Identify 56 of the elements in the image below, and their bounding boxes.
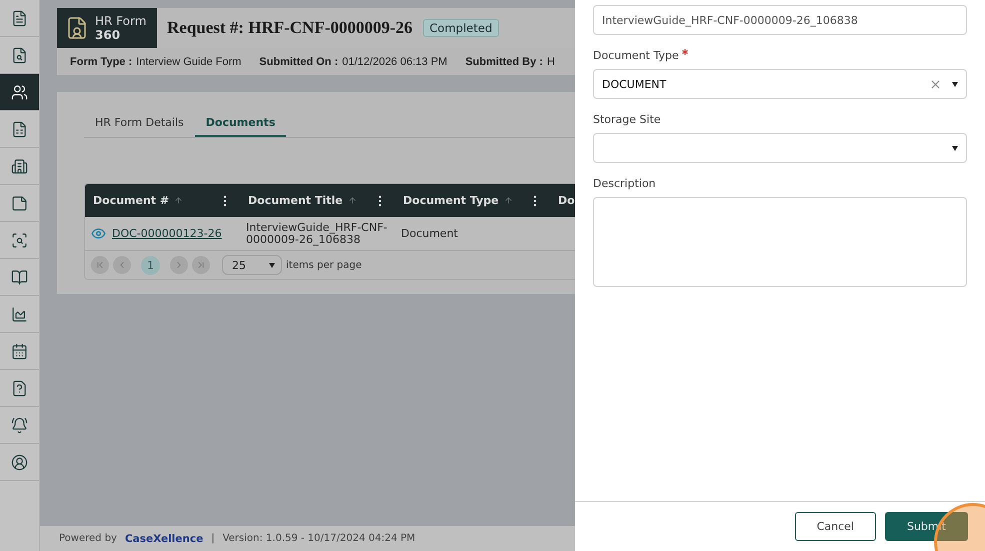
users-icon xyxy=(11,84,28,100)
dropdown-caret-icon xyxy=(952,146,958,150)
meta-field: Submitted On : 01/12/2026 06:13 PM xyxy=(259,56,448,68)
status-badge: Completed xyxy=(422,19,500,37)
input-field[interactable]: InterviewGuide_HRF-CNF-0000009-26_106838 xyxy=(593,5,967,35)
scan-search-icon xyxy=(11,232,28,248)
table-cell-text: InterviewGuide_HRF-CNF-0000009-26_106838 xyxy=(245,220,388,248)
column-title: Do xyxy=(558,194,575,207)
last-page-icon xyxy=(196,260,206,270)
column-header[interactable]: Document Title xyxy=(240,184,395,217)
note-icon xyxy=(11,194,28,212)
description-field[interactable] xyxy=(593,197,967,287)
tab[interactable]: Documents xyxy=(194,112,286,137)
document-icon xyxy=(11,10,28,26)
items-per-page-label: items per page xyxy=(286,260,362,270)
select-field[interactable] xyxy=(593,133,967,163)
column-title: Document Type xyxy=(403,194,499,207)
chart-icon xyxy=(11,306,28,322)
sort-arrow-icon[interactable] xyxy=(348,196,357,205)
logo-number: 360 xyxy=(95,28,122,42)
book-icon xyxy=(11,268,28,286)
field-label: Document Type xyxy=(593,49,967,62)
first-page-icon xyxy=(95,260,105,270)
powered-by-text: Powered by xyxy=(59,533,117,544)
column-title: Document # xyxy=(93,194,170,207)
tab[interactable]: HR Form Details xyxy=(84,112,195,137)
request-title: Request #: HRF-CNF-0000009-26 xyxy=(167,18,413,38)
dropdown-caret-icon xyxy=(952,82,958,86)
separator: | xyxy=(211,533,215,544)
logo-text: HR Form xyxy=(95,14,146,28)
meta-field: Form Type : Interview Guide Form xyxy=(70,56,242,68)
bell-icon xyxy=(11,416,28,434)
version-text: Version: 1.0.59 - 10/17/2024 04:24 PM xyxy=(222,533,416,544)
spreadsheet-file-icon xyxy=(11,120,28,138)
sort-arrow-icon[interactable] xyxy=(504,196,513,205)
table-cell-text: Document xyxy=(400,226,459,242)
document-link[interactable]: DOC-000000123-26 xyxy=(112,228,222,240)
user-circle-icon xyxy=(11,454,28,470)
document-search-icon xyxy=(11,46,28,64)
cancel-button[interactable]: Cancel xyxy=(794,512,876,541)
sort-arrow-icon[interactable] xyxy=(174,196,184,205)
page-size-select[interactable]: 25 xyxy=(222,255,282,275)
field-label: Description xyxy=(593,177,657,190)
brand-logo: CaseXellence xyxy=(124,532,204,544)
field-label: Storage Site xyxy=(593,113,662,126)
select-field[interactable]: DOCUMENT xyxy=(593,69,967,99)
column-header[interactable]: Document Type xyxy=(395,184,550,217)
sidebar-item[interactable] xyxy=(0,74,39,111)
calendar-icon xyxy=(11,342,28,360)
meta-field: Submitted By : H xyxy=(465,56,555,68)
column-header[interactable]: Document # xyxy=(85,184,240,217)
column-header[interactable]: Do xyxy=(550,184,575,217)
clear-icon[interactable] xyxy=(929,78,942,90)
column-title: Document Title xyxy=(248,194,343,207)
building-icon xyxy=(11,158,28,174)
question-file-icon xyxy=(11,380,28,396)
